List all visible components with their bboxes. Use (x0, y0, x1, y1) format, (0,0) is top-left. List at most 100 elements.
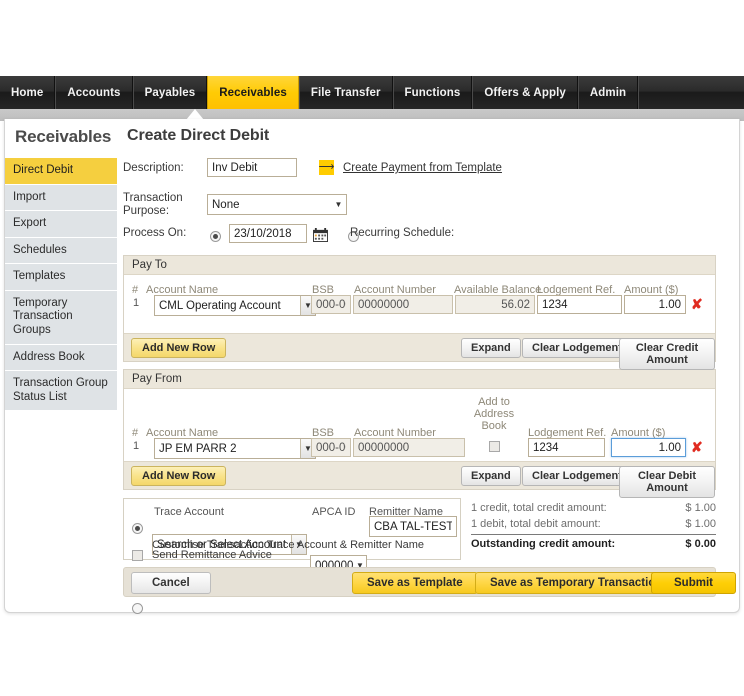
pay-from-add-to-address-book-checkbox[interactable] (489, 441, 500, 452)
description-input[interactable] (207, 158, 297, 177)
pay-to-account-name-select[interactable]: CML Operating Account ▼ (154, 295, 316, 316)
pay-to-col-lodgement-ref: Lodgement Ref. (537, 284, 616, 296)
nav-item-file-transfer[interactable]: File Transfer (298, 76, 393, 109)
pay-to-account-number-input[interactable] (353, 295, 453, 314)
pay-to-add-new-row-button[interactable]: Add New Row (131, 338, 227, 358)
nav-item-label: File Transfer (310, 86, 381, 99)
trace-account-label: Trace Account (154, 506, 224, 518)
pay-from-table: Add to Address Book # Account Name BSB A… (124, 389, 715, 461)
submit-button[interactable]: Submit (651, 572, 736, 594)
nav-item-label: Accounts (67, 86, 121, 99)
pay-from-account-number-input[interactable] (353, 438, 465, 457)
nav-item-functions[interactable]: Functions (392, 76, 473, 109)
sidebar-item-address-book[interactable]: Address Book (5, 344, 117, 372)
pay-to-bsb-input[interactable] (311, 295, 351, 314)
trace-account-radio[interactable] (132, 523, 143, 535)
delete-row-icon[interactable]: ✘ (691, 440, 703, 454)
sidebar-item-templates[interactable]: Templates (5, 264, 117, 291)
main-card: Receivables Create Direct Debit Direct D… (4, 119, 740, 615)
pay-to-col-amount: Amount ($) (624, 284, 679, 296)
sidebar-item-label: Address Book (13, 350, 85, 363)
pay-to-expand-button[interactable]: Expand (461, 338, 521, 358)
pay-to-lodgement-ref-input[interactable] (537, 295, 622, 314)
arrow-right-icon: ⟶ (318, 160, 335, 175)
pay-to-footer: Add New Row Expand Clear Lodgement Clear… (124, 333, 715, 370)
summary-row-debit: 1 debit, total debit amount: $ 1.00 (471, 516, 716, 532)
sidebar-item-transaction-group-status-list[interactable]: Transaction Group Status List (5, 371, 117, 412)
pay-to-col-index: # (132, 284, 139, 296)
sidebar-item-label: Templates (13, 270, 66, 283)
nav-item-label: Offers & Apply (484, 86, 566, 99)
app-page: Home Accounts Payables Receivables File … (0, 0, 744, 696)
pay-to-available-balance-input (455, 295, 535, 314)
nav-item-offers-apply[interactable]: Offers & Apply (472, 76, 578, 109)
calendar-icon[interactable] (313, 226, 328, 244)
pay-from-account-name-select[interactable]: JP EM PARR 2 ▼ (154, 438, 316, 459)
transaction-purpose-row: Transaction Purpose: None ▼ (123, 192, 735, 224)
pay-from-footer: Add New Row Expand Clear Lodgement Clear… (124, 461, 715, 498)
sidebar-item-label: Import (13, 190, 46, 203)
summary-label: Outstanding credit amount: (471, 538, 616, 550)
nav-item-home[interactable]: Home (0, 76, 56, 109)
save-as-temporary-transaction-button[interactable]: Save as Temporary Transaction (475, 572, 678, 594)
remitter-name-input[interactable] (369, 516, 457, 537)
recurring-schedule-label: Recurring Schedule: (350, 227, 455, 239)
sidebar: Direct Debit Import Export Schedules Tem… (5, 158, 117, 412)
sidebar-item-direct-debit[interactable]: Direct Debit (5, 158, 117, 185)
summary-value: $ 1.00 (685, 518, 716, 530)
pay-from-amount-input[interactable] (611, 438, 686, 457)
process-date-input[interactable] (229, 224, 307, 243)
summary-value: $ 0.00 (685, 538, 716, 550)
pay-from-col-bsb: BSB (312, 427, 335, 439)
nav-item-receivables[interactable]: Receivables (207, 76, 299, 109)
address-book-header-line2: Address (473, 408, 515, 421)
direct-debit-form: Description: ⟶ Create Payment from Templ… (123, 158, 736, 615)
summary-label: 1 debit, total debit amount: (471, 518, 601, 530)
page-title: Create Direct Debit (127, 127, 270, 144)
nav-item-accounts[interactable]: Accounts (55, 76, 133, 109)
transaction-purpose-select[interactable]: None ▼ (207, 194, 347, 215)
pay-from-panel: Pay From Add to Address Book # Account N… (123, 369, 716, 498)
section-title: Receivables (15, 127, 112, 146)
pay-from-clear-debit-amount-button[interactable]: Clear Debit Amount (619, 466, 715, 498)
pay-from-col-amount: Amount ($) (611, 427, 666, 439)
customise-trace-account-radio[interactable] (132, 603, 143, 615)
address-book-header-line1: Add to (478, 396, 510, 408)
nav-item-admin[interactable]: Admin (577, 76, 639, 109)
sidebar-item-temporary-transaction-groups[interactable]: Temporary Transaction Groups (5, 290, 117, 345)
pay-from-clear-lodgement-button[interactable]: Clear Lodgement (522, 466, 632, 486)
summary-label: 1 credit, total credit amount: (471, 502, 607, 514)
sidebar-item-label: Temporary Transaction Groups (13, 296, 73, 336)
pay-from-expand-button[interactable]: Expand (461, 466, 521, 486)
pay-to-amount-input[interactable] (624, 295, 686, 314)
nav-item-payables[interactable]: Payables (132, 76, 208, 109)
transaction-purpose-value: None (212, 198, 240, 211)
pay-from-account-name-value: JP EM PARR 2 (159, 442, 237, 455)
cancel-button[interactable]: Cancel (131, 572, 211, 594)
create-payment-from-template-link[interactable]: Create Payment from Template (343, 162, 502, 174)
pay-from-lodgement-ref-input[interactable] (528, 438, 605, 457)
sidebar-item-export[interactable]: Export (5, 211, 117, 238)
sidebar-item-label: Schedules (13, 243, 67, 256)
pay-to-clear-credit-amount-button[interactable]: Clear Credit Amount (619, 338, 715, 370)
pay-from-add-new-row-button[interactable]: Add New Row (131, 466, 227, 486)
nav-item-label: Home (11, 86, 44, 99)
pay-from-bsb-input[interactable] (311, 438, 351, 457)
summary-value: $ 1.00 (685, 502, 716, 514)
sidebar-item-import[interactable]: Import (5, 184, 117, 212)
trace-account-box: Trace Account APCA ID Remitter Name Sear… (123, 498, 461, 615)
process-on-row: Process On: Recurring Schedule: (123, 224, 735, 250)
process-on-label: Process On: (123, 227, 187, 239)
pay-from-col-address-book: Add to Address Book (470, 392, 518, 432)
pay-from-row-index: 1 (133, 440, 140, 452)
send-remittance-advice-checkbox[interactable] (132, 550, 143, 561)
pay-to-table: # Account Name BSB Account Number Availa… (124, 275, 715, 333)
chevron-down-icon: ▼ (334, 200, 343, 209)
sidebar-item-schedules[interactable]: Schedules (5, 237, 117, 265)
save-as-template-button[interactable]: Save as Template (352, 572, 478, 594)
trace-summary-row: Trace Account APCA ID Remitter Name Sear… (123, 498, 735, 615)
pay-to-clear-lodgement-button[interactable]: Clear Lodgement (522, 338, 632, 358)
nav-item-label: Admin (589, 86, 627, 99)
process-on-date-radio[interactable] (210, 231, 221, 243)
delete-row-icon[interactable]: ✘ (691, 297, 703, 311)
